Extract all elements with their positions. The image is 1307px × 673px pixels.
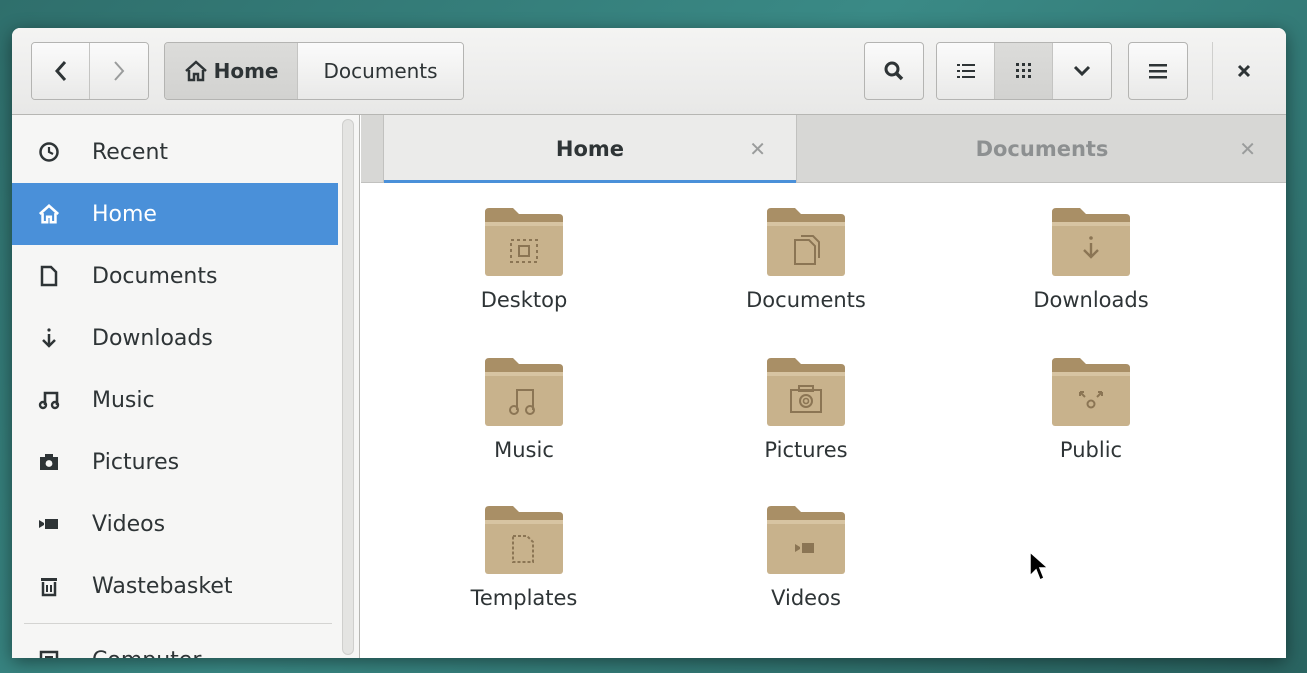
sidebar-item-label: Music [92,387,155,413]
sidebar-item-label: Computer [92,648,201,659]
tab-bar: Home ✕ Documents ✕ [361,115,1286,183]
grid-view-button[interactable] [995,43,1053,99]
video-icon [38,513,76,535]
path-documents-label: Documents [323,59,438,83]
download-icon [38,327,76,349]
folder-pictures[interactable]: Pictures [696,356,916,496]
back-button[interactable] [32,43,91,99]
path-documents-button[interactable]: Documents [298,43,463,99]
sidebar-item-label: Wastebasket [92,573,233,599]
file-label: Templates [470,586,578,610]
active-tab-indicator [384,180,796,183]
folder-templates[interactable]: Templates [414,504,634,644]
sidebar-item-label: Documents [92,263,218,289]
file-label: Music [494,438,554,462]
tab-label: Documents [975,137,1109,161]
folder-music-icon [485,358,563,426]
sidebar-scrollbar[interactable] [342,119,354,655]
file-manager-window: Home Documents Recent Home Documents Dow… [12,28,1286,658]
list-view-button[interactable] [937,43,995,99]
forward-button[interactable] [90,43,148,99]
folder-downloads-icon [1052,208,1130,276]
sidebar-item-label: Downloads [92,325,213,351]
folder-documents-icon [767,208,845,276]
sidebar-item-home[interactable]: Home [12,183,338,245]
sidebar-item-label: Recent [92,139,169,165]
document-icon [38,265,76,287]
close-icon [1237,64,1250,78]
folder-videos[interactable]: Videos [696,504,916,644]
header-bar: Home Documents [12,28,1286,115]
sidebar-item-videos[interactable]: Videos [12,493,338,555]
folder-desktop-icon [485,208,563,276]
folder-documents[interactable]: Documents [696,206,916,346]
tab-close-icon[interactable]: ✕ [1239,137,1256,161]
view-toggle-group [936,42,1112,100]
music-icon [38,389,76,411]
sidebar-item-music[interactable]: Music [12,369,338,431]
folder-music[interactable]: Music [414,356,634,496]
sidebar-item-label: Pictures [92,449,180,475]
folder-public-icon [1052,358,1130,426]
folder-public[interactable]: Public [981,356,1201,496]
folder-downloads[interactable]: Downloads [981,206,1201,346]
file-label: Desktop [480,288,568,312]
sidebar-item-pictures[interactable]: Pictures [12,431,338,493]
chevron-down-icon [1073,65,1091,77]
sidebar-item-label: Videos [92,511,166,537]
file-label: Public [1059,438,1123,462]
list-view-icon [956,64,975,78]
mouse-cursor-icon [1029,550,1050,582]
navigation-buttons [31,42,149,100]
chevron-right-icon [114,61,125,81]
grid-view-icon [1015,63,1031,78]
camera-icon [38,451,76,473]
file-label: Documents [746,288,866,312]
home-icon [184,60,207,82]
sidebar: Recent Home Documents Downloads Music Pi… [12,115,360,658]
computer-icon [38,649,76,658]
hamburger-menu-icon [1149,64,1167,79]
clock-icon [38,141,76,163]
search-button[interactable] [864,42,924,100]
path-bar: Home Documents [164,42,464,100]
search-icon [884,61,904,81]
file-label: Downloads [1033,288,1149,312]
home-icon [38,203,76,225]
folder-videos-icon [767,506,845,574]
chevron-left-icon [54,61,66,81]
sidebar-item-documents[interactable]: Documents [12,245,338,307]
sidebar-item-computer[interactable]: Computer [12,629,338,658]
tab-home[interactable]: Home ✕ [383,115,797,183]
sidebar-item-recent[interactable]: Recent [12,121,338,183]
folder-pictures-icon [767,358,845,426]
window-close-button[interactable] [1212,42,1274,100]
tab-documents[interactable]: Documents ✕ [798,115,1286,183]
trash-icon [38,575,76,597]
sidebar-item-downloads[interactable]: Downloads [12,307,338,369]
tab-close-icon[interactable]: ✕ [749,137,766,161]
sidebar-separator [24,623,332,624]
file-grid: Desktop Documents Downloads Music Pictur… [361,184,1286,658]
menu-button[interactable] [1128,42,1188,100]
folder-desktop[interactable]: Desktop [414,206,634,346]
file-label: Pictures [764,438,848,462]
sidebar-item-label: Home [92,201,157,227]
sidebar-item-wastebasket[interactable]: Wastebasket [12,555,338,617]
path-home-label: Home [213,59,279,83]
file-label: Videos [771,586,841,610]
view-options-button[interactable] [1053,43,1111,99]
tab-label: Home [555,137,625,161]
path-home-button[interactable]: Home [165,43,299,99]
folder-templates-icon [485,506,563,574]
